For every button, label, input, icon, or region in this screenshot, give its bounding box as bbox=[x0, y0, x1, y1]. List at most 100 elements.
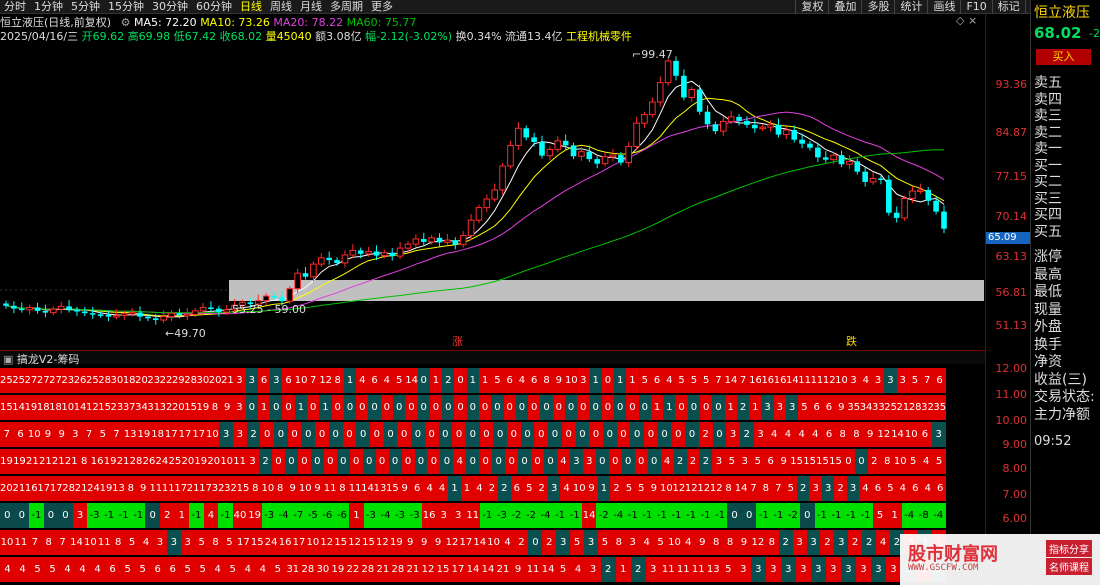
indicator-cell: 0 bbox=[608, 449, 622, 474]
indicator-cell: 15 bbox=[98, 395, 111, 420]
indicator-cell: 5 bbox=[393, 368, 406, 393]
indicator-cell: 1 bbox=[589, 368, 602, 393]
buy-button[interactable]: 买入 bbox=[1036, 49, 1091, 65]
indicator-cell: -1 bbox=[29, 503, 44, 528]
indicator-cell: 0 bbox=[685, 422, 699, 447]
indicator-cell: -7 bbox=[290, 503, 306, 528]
timeframe-tab[interactable]: 1分钟 bbox=[30, 0, 67, 14]
indicator-cell: 5 bbox=[135, 557, 151, 582]
indicator-cell: 3 bbox=[840, 557, 856, 582]
indicator-cell: 0 bbox=[466, 395, 479, 420]
indicator-cell: 3 bbox=[773, 395, 786, 420]
indicator-cell: 6 bbox=[822, 422, 836, 447]
timeframe-tab[interactable]: 30分钟 bbox=[148, 0, 192, 14]
indicator-cell: 2 bbox=[698, 422, 713, 447]
timeframe-tab[interactable]: 分时 bbox=[0, 0, 30, 14]
timeframe-tab[interactable]: 60分钟 bbox=[192, 0, 236, 14]
indicator-cell: 0 bbox=[644, 422, 658, 447]
share-tag[interactable]: 指标分享 bbox=[1046, 540, 1092, 557]
indicator-cell: 6 bbox=[150, 557, 166, 582]
candlestick-chart[interactable]: ⌐99.47 ←49.70 55.25 - 59.00 涨 跌 ◇ × bbox=[0, 14, 985, 350]
indicator-cell: 0 bbox=[349, 449, 363, 474]
indicator-cell: 5 bbox=[653, 530, 668, 555]
indicator-cell: 3 bbox=[712, 449, 726, 474]
indicator-cell: 0 bbox=[493, 422, 508, 447]
candle-body bbox=[681, 75, 687, 98]
candle-body bbox=[554, 140, 562, 150]
candle-body bbox=[752, 124, 758, 129]
candle-body bbox=[633, 122, 640, 148]
toolbar-button[interactable]: 统计 bbox=[894, 0, 927, 14]
indicator-cell: 19 bbox=[0, 449, 13, 474]
indicator-cell: -8 bbox=[916, 503, 931, 528]
toolbar-button[interactable]: F10 bbox=[960, 0, 991, 14]
timeframe-tab[interactable]: 日线 bbox=[236, 0, 266, 14]
collapse-icon[interactable]: ▣ bbox=[3, 353, 13, 366]
toolbar-button[interactable]: 画线 bbox=[927, 0, 960, 14]
indicator-cell: 3 bbox=[625, 530, 640, 555]
candle-body bbox=[168, 312, 175, 318]
indicator-cell: 8 bbox=[759, 476, 773, 501]
indicator-cell: 5 bbox=[523, 476, 536, 501]
indicator-cell: 12 bbox=[684, 476, 698, 501]
timeframe-tab[interactable]: 月线 bbox=[296, 0, 326, 14]
course-tag[interactable]: 名师课程 bbox=[1046, 558, 1092, 575]
timeframe-tabs: 分时 1分钟 5分钟 15分钟 30分钟 60分钟 日线 周线 月线 多周期 更多 bbox=[0, 0, 397, 14]
indicator-cell: 6 bbox=[810, 395, 823, 420]
indicator-cell: 21 bbox=[405, 557, 421, 582]
indicator-cell: 10 bbox=[205, 422, 220, 447]
timeframe-tab[interactable]: 15分钟 bbox=[104, 0, 148, 14]
indicator-cell: 0 bbox=[388, 449, 402, 474]
indicator-cell: -1 bbox=[756, 503, 771, 528]
candle-body bbox=[799, 139, 805, 144]
indicator-cell: 0 bbox=[272, 449, 285, 474]
timeframe-tab[interactable]: 周线 bbox=[266, 0, 296, 14]
candle-body bbox=[878, 178, 884, 181]
indicator-cell: 15 bbox=[250, 530, 265, 555]
indicator-cell: 3 bbox=[795, 557, 811, 582]
indicator-cell: 2 bbox=[739, 422, 754, 447]
indicator-cell: 27 bbox=[24, 368, 37, 393]
candle-body bbox=[601, 156, 609, 165]
timeframe-tab[interactable]: 更多 bbox=[367, 0, 397, 14]
rise-tag: 涨 bbox=[452, 335, 463, 348]
indicator-cell: 7 bbox=[307, 368, 320, 393]
timeframe-tab[interactable]: 多周期 bbox=[326, 0, 367, 14]
indicator-cell: 22 bbox=[159, 368, 172, 393]
indicator-cell: 5 bbox=[700, 368, 713, 393]
toolbar-button[interactable]: 叠加 bbox=[828, 0, 861, 14]
toolbar-button[interactable]: 多股 bbox=[861, 0, 894, 14]
indicator-cell: 3 bbox=[245, 368, 258, 393]
indicator-cell: 2 bbox=[699, 449, 713, 474]
indicator-cell: 8 bbox=[611, 530, 626, 555]
indicator-cell: 3 bbox=[72, 503, 88, 528]
toolbar-button[interactable]: 复权 bbox=[795, 0, 828, 14]
indicator-cell: 0 bbox=[800, 503, 815, 528]
candle-body bbox=[941, 211, 947, 229]
indicator-cell: 9 bbox=[286, 476, 299, 501]
indicator-cell: 10 bbox=[220, 449, 234, 474]
indicator-cell: 8 bbox=[835, 422, 850, 447]
indicator-cell: 9 bbox=[311, 476, 324, 501]
indicator-cell: 8 bbox=[331, 368, 344, 393]
high-price-label: ⌐99.47 bbox=[632, 48, 673, 61]
timeframe-tab[interactable]: 5分钟 bbox=[67, 0, 104, 14]
candle-body bbox=[145, 316, 151, 319]
indicator-cell: 27 bbox=[36, 368, 50, 393]
indicator-row: 0 0 -1 0 0 3 -3 -1 -1 -1 0 2 1 -1 4 -1 40 19 -3 -4 -7 -5 -6 -6 1… bbox=[0, 503, 946, 528]
candle-body bbox=[160, 316, 167, 321]
indicator-cell: 20 bbox=[171, 395, 185, 420]
indicator-cell: 25 bbox=[168, 449, 182, 474]
candle-body bbox=[302, 273, 309, 277]
indicator-cell: 7 bbox=[109, 422, 124, 447]
toolbar-button[interactable]: 标记 bbox=[991, 0, 1025, 14]
indicator-cell: -1 bbox=[480, 503, 495, 528]
indicator-cell: 0 bbox=[43, 503, 59, 528]
indicator-cell: 3 bbox=[806, 530, 821, 555]
candle-body bbox=[807, 143, 813, 148]
candle-body bbox=[893, 212, 900, 218]
indicator-row: 25 25 27 27 27 23 26 25 28 30 18 20 23 22 29 28 30 20 21 3 3… bbox=[0, 368, 946, 393]
indicator-cell: 14 bbox=[73, 395, 86, 420]
indicator-cell: 11 bbox=[13, 530, 28, 555]
indicator-cell: 21 bbox=[74, 476, 88, 501]
